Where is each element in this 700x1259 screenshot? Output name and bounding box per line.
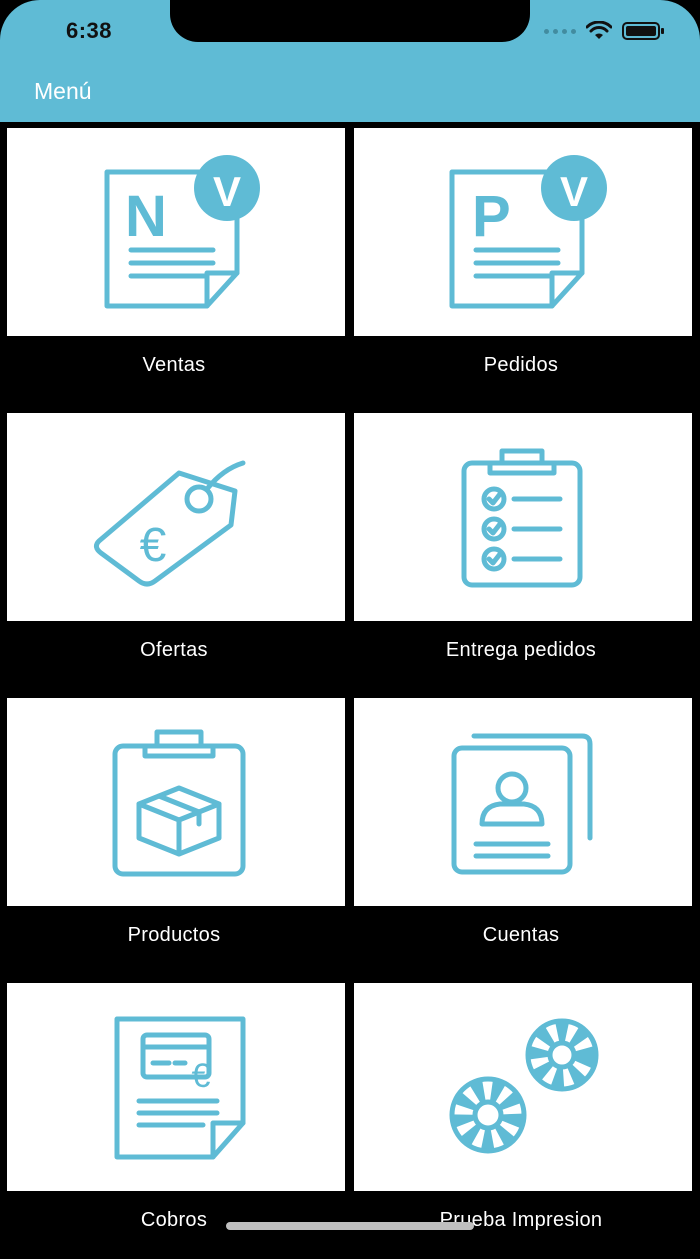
tile-panel: [7, 698, 345, 906]
app-header: 6:38 Menú: [0, 0, 700, 122]
tile-label: Ofertas: [140, 639, 208, 661]
svg-text:N: N: [125, 184, 167, 249]
account-cards-icon: [451, 733, 593, 875]
price-tag-euro-icon: €: [93, 460, 246, 587]
svg-text:€: €: [140, 519, 167, 572]
page-title: Menú: [34, 78, 92, 104]
menu-grid: N V Ventas P V Pedidos € Ofertas Entrega…: [0, 122, 700, 1259]
tile-panel: [354, 983, 692, 1191]
clipboard-box-icon: [112, 729, 246, 877]
tile-label: Entrega pedidos: [445, 639, 597, 661]
status-icons: [544, 18, 666, 44]
tile-panel: P V: [354, 128, 692, 336]
sales-document-icon: N V: [104, 155, 260, 309]
battery-icon: [622, 22, 664, 40]
menu-tile-productos[interactable]: Productos: [5, 696, 345, 974]
gears-icon: [449, 1018, 599, 1154]
cellular-signal-icon: [544, 28, 576, 34]
menu-tile-prueba-impresion[interactable]: Prueba Impresion: [352, 981, 692, 1259]
svg-text:€: €: [192, 1057, 211, 1095]
menu-tile-ofertas[interactable]: € Ofertas: [5, 411, 345, 689]
menu-tile-entrega-pedidos[interactable]: Entrega pedidos: [352, 411, 692, 689]
tile-panel: N V: [7, 128, 345, 336]
tile-label: Cuentas: [482, 924, 560, 946]
tile-panel: €: [7, 983, 345, 1191]
tile-panel: [354, 413, 692, 621]
tile-label: Ventas: [142, 354, 206, 376]
tile-panel: [354, 698, 692, 906]
wifi-icon: [586, 21, 612, 39]
svg-text:P: P: [472, 184, 511, 249]
tile-panel: €: [7, 413, 345, 621]
payment-document-icon: €: [114, 1016, 246, 1160]
tile-label: Pedidos: [483, 354, 559, 376]
device-notch: [170, 0, 530, 42]
menu-tile-ventas[interactable]: N V Ventas: [5, 126, 345, 404]
order-document-icon: P V: [449, 155, 607, 309]
svg-text:V: V: [213, 168, 241, 215]
home-indicator[interactable]: [226, 1222, 474, 1230]
checklist-clipboard-icon: [461, 448, 583, 588]
menu-tile-cuentas[interactable]: Cuentas: [352, 696, 692, 974]
status-time: 6:38: [66, 18, 113, 43]
tile-label: Productos: [127, 924, 221, 946]
menu-tile-cobros[interactable]: € Cobros: [5, 981, 345, 1259]
menu-tile-pedidos[interactable]: P V Pedidos: [352, 126, 692, 404]
svg-text:V: V: [560, 168, 588, 215]
